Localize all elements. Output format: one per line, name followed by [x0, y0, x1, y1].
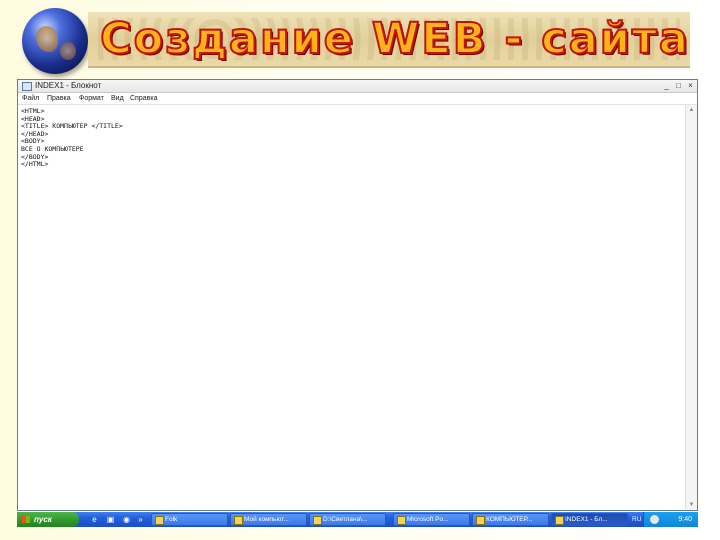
slide-title: Создание WEB - сайта [99, 13, 690, 65]
system-tray: RU 9:40 [632, 512, 698, 527]
menu-edit[interactable]: Правка [47, 93, 71, 104]
task-powerpoint-icon [397, 516, 406, 525]
task-notepad-index1[interactable]: INDEX1 - Бл... [551, 513, 628, 526]
task-my-computer[interactable]: Мой компьют... [230, 513, 307, 526]
tray-network-icon[interactable] [650, 515, 659, 524]
menu-view[interactable]: Вид [111, 93, 124, 104]
vertical-scrollbar[interactable]: ▲ ▼ [685, 105, 697, 510]
task-folk[interactable]: Folk [151, 513, 228, 526]
task-computer-doc[interactable]: КОМПЬЮТЕР... [472, 513, 549, 526]
menubar: Файл Правка Формат Вид Справка [18, 93, 697, 105]
window-title: INDEX1 - Блокнот [35, 81, 102, 90]
task-notepad-icon [555, 516, 564, 525]
task-folder-icon [313, 516, 322, 525]
editor-line: </BODY> [21, 152, 49, 161]
editor-line: </HEAD> [21, 129, 49, 138]
editor-line: <TITLE> КОМПЬЮТЕР </TITLE> [21, 122, 123, 131]
menu-help[interactable]: Справка [130, 93, 157, 104]
taskbar: пуск e ▣ ◉ » Folk Мой компьют... D:\Свет… [17, 512, 698, 527]
notepad-app-icon [22, 82, 32, 91]
menu-file[interactable]: Файл [22, 93, 39, 104]
notepad-window: INDEX1 - Блокнот _ □ × Файл Правка Форма… [17, 79, 698, 511]
close-button[interactable]: × [685, 81, 696, 90]
text-editor[interactable]: <HTML> <HEAD> <TITLE> КОМПЬЮТЕР </TITLE>… [18, 105, 686, 510]
tray-clock[interactable]: 9:40 [678, 512, 692, 527]
task-powerpoint[interactable]: Microsoft Po... [393, 513, 470, 526]
task-document-icon [476, 516, 485, 525]
globe-logo-icon [22, 8, 88, 74]
minimize-button[interactable]: _ [661, 81, 672, 90]
editor-line: <HTML> [21, 107, 45, 115]
windows-flag-icon [22, 516, 30, 523]
editor-line: ВСЕ О КОМПЬЮТЕРЕ [21, 144, 84, 153]
quicklaunch-more-icon[interactable]: » [136, 515, 145, 524]
maximize-button[interactable]: □ [673, 81, 684, 90]
task-app-icon [155, 516, 164, 525]
quicklaunch-desktop-icon[interactable]: ▣ [106, 515, 115, 524]
scroll-up-icon[interactable]: ▲ [686, 105, 697, 115]
menu-format[interactable]: Формат [79, 93, 104, 104]
window-titlebar[interactable]: INDEX1 - Блокнот _ □ × [18, 80, 697, 93]
start-label: пуск [34, 515, 52, 524]
task-explorer-folder[interactable]: D:\Светлана\... [309, 513, 386, 526]
language-indicator[interactable]: RU [632, 512, 641, 527]
quicklaunch-media-icon[interactable]: ◉ [122, 515, 131, 524]
editor-line: <BODY> [21, 137, 45, 146]
quicklaunch-ie-icon[interactable]: e [90, 515, 99, 524]
task-folder-icon [234, 516, 243, 525]
scroll-down-icon[interactable]: ▼ [686, 500, 697, 510]
editor-line: </HTML> [21, 160, 49, 169]
start-button[interactable]: пуск [17, 512, 79, 527]
